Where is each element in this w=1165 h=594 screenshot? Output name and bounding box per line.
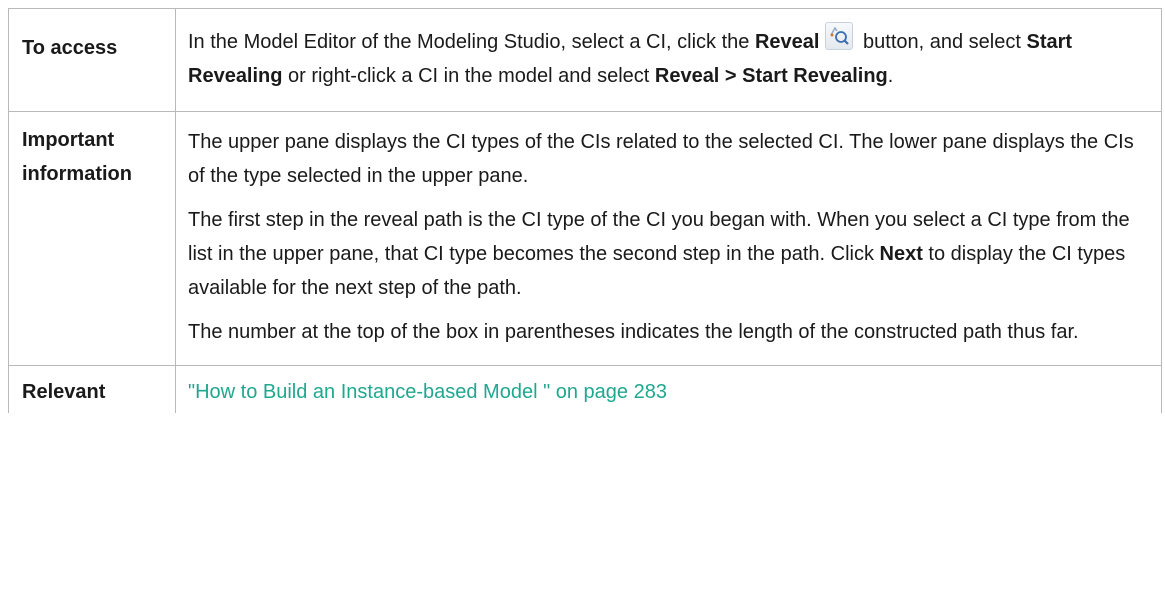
reveal-path-bold: Reveal > Start Revealing xyxy=(654,65,888,87)
how-to-build-model-link[interactable]: "How to Build an Instance-based Model " … xyxy=(188,381,667,403)
label-line-2: information xyxy=(22,163,132,185)
row-label-important-information: Important information xyxy=(8,111,176,366)
next-bold: Next xyxy=(879,243,923,265)
access-text-4: . xyxy=(887,65,894,87)
table-row-to-access: To access In the Model Editor of the Mod… xyxy=(8,8,1162,112)
info-paragraph-2: The first step in the reveal path is the… xyxy=(188,203,1147,305)
row-content-important-information: The upper pane displays the CI types of … xyxy=(175,111,1162,366)
row-label-to-access: To access xyxy=(8,8,176,112)
reveal-icon xyxy=(825,22,854,50)
row-label-relevant: Relevant xyxy=(8,365,176,413)
reveal-bold: Reveal xyxy=(754,31,820,53)
row-content-relevant: "How to Build an Instance-based Model " … xyxy=(175,365,1162,413)
info-table: To access In the Model Editor of the Mod… xyxy=(8,8,1162,413)
row-content-to-access: In the Model Editor of the Modeling Stud… xyxy=(175,8,1162,112)
label-line-1: Important xyxy=(22,129,115,151)
access-text-3: or right-click a CI in the model and sel… xyxy=(282,65,655,87)
info-paragraph-3: The number at the top of the box in pare… xyxy=(188,321,1079,343)
access-paragraph: In the Model Editor of the Modeling Stud… xyxy=(188,22,1147,93)
access-text-2: button, and select xyxy=(857,31,1027,53)
table-row-important-information: Important information The upper pane dis… xyxy=(8,111,1162,366)
table-row-relevant: Relevant "How to Build an Instance-based… xyxy=(8,365,1162,413)
access-text-1: In the Model Editor of the Modeling Stud… xyxy=(188,31,755,53)
info-paragraph-1: The upper pane displays the CI types of … xyxy=(188,131,1134,187)
